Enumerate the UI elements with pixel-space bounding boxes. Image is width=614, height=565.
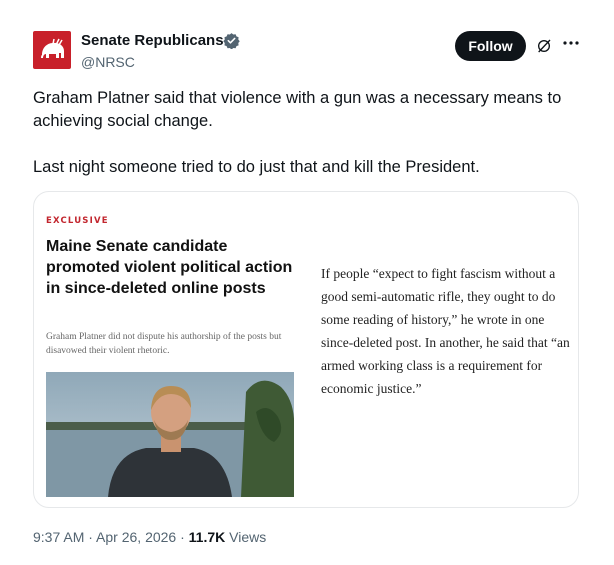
tweet-meta: 9:37 AM · Apr 26, 2026 · 11.7K Views	[33, 529, 266, 545]
meta-separator: ·	[84, 529, 97, 545]
card-kicker: EXCLUSIVE	[46, 216, 109, 226]
post-date[interactable]: Apr 26, 2026	[96, 529, 176, 545]
follow-button[interactable]: Follow	[455, 31, 526, 61]
views-label: Views	[225, 529, 267, 545]
card-dek: Graham Platner did not dispute his autho…	[46, 332, 282, 356]
account-handle[interactable]: @NRSC	[81, 54, 135, 70]
article-photo	[46, 372, 294, 497]
elephant-logo-icon	[41, 38, 64, 58]
views-count: 11.7K	[188, 529, 226, 545]
article-card[interactable]: EXCLUSIVE Maine Senate candidate promote…	[33, 191, 579, 508]
more-icon[interactable]	[561, 36, 581, 50]
card-headline: Maine Senate candidate promoted violent …	[46, 238, 293, 297]
grok-icon[interactable]	[536, 38, 552, 54]
tweet-text: Graham Platner said that violence with a…	[33, 89, 562, 176]
card-quote: If people “expect to fight fascism witho…	[321, 266, 570, 396]
post-time[interactable]: 9:37 AM	[33, 529, 84, 545]
account-name[interactable]: Senate Republicans	[81, 32, 224, 49]
avatar[interactable]	[33, 31, 71, 69]
meta-separator: ·	[176, 529, 189, 545]
verified-badge-icon	[223, 33, 240, 49]
